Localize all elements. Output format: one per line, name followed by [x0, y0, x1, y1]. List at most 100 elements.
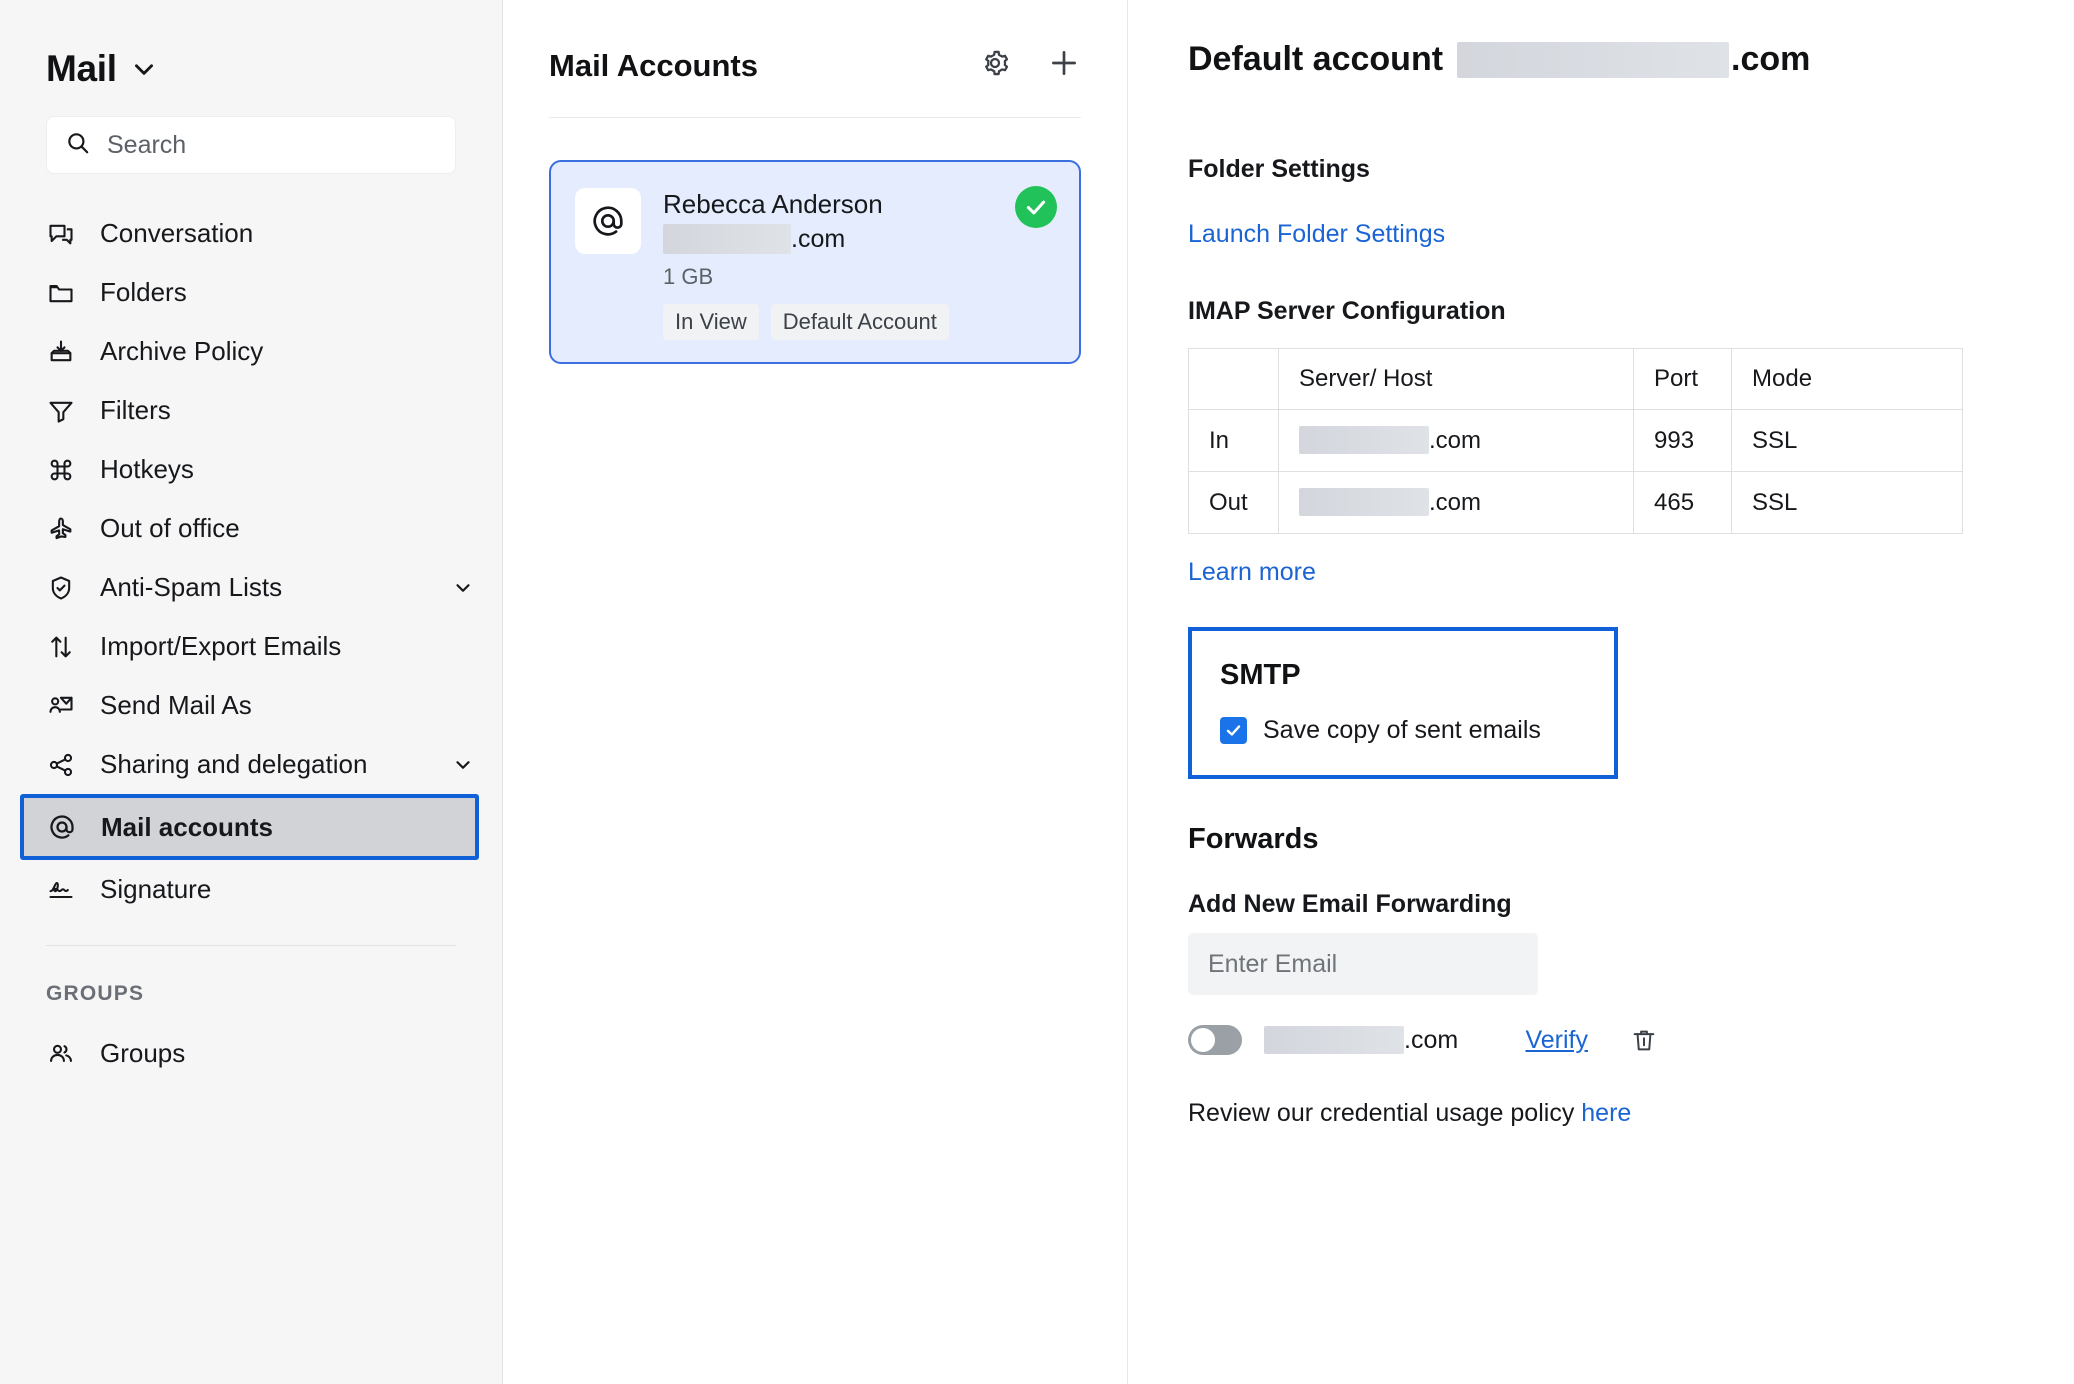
sidebar-item-hotkeys[interactable]: Hotkeys — [0, 440, 502, 499]
cell-direction: In — [1188, 409, 1279, 472]
sidebar-nav: Conversation Folders Archive Policy Filt… — [0, 204, 502, 1083]
chevron-down-icon[interactable] — [131, 56, 157, 82]
account-email-suffix: .com — [791, 224, 846, 253]
add-forwarding-label: Add New Email Forwarding — [1188, 890, 1512, 918]
column-header-blank — [1188, 348, 1279, 410]
sidebar-item-import-export-emails[interactable]: Import/Export Emails — [0, 617, 502, 676]
status-badge: Default Account — [770, 304, 949, 341]
chevron-down-icon[interactable] — [452, 754, 474, 776]
sidebar-item-sharing-and-delegation[interactable]: Sharing and delegation — [0, 735, 502, 794]
learn-more-link[interactable]: Learn more — [1188, 558, 1316, 586]
signature-icon — [46, 875, 76, 905]
checkbox-checked-icon[interactable] — [1220, 717, 1247, 744]
filter-icon — [46, 396, 76, 426]
shield-check-icon — [46, 573, 76, 603]
mail-account-info: Rebecca Anderson .com 1 GB In View Defau… — [663, 188, 949, 341]
table-row: Out .com 465 SSL — [1188, 471, 1963, 534]
table-row: In .com 993 SSL — [1188, 409, 1963, 472]
search-placeholder: Search — [107, 130, 187, 159]
sidebar-item-archive-policy[interactable]: Archive Policy — [0, 322, 502, 381]
sidebar-item-label: Hotkeys — [100, 454, 194, 484]
sidebar-item-label: Import/Export Emails — [100, 631, 342, 661]
verify-link[interactable]: Verify — [1525, 1026, 1588, 1055]
column-header-server-host: Server/ Host — [1278, 348, 1634, 410]
sidebar-item-signature[interactable]: Signature — [0, 860, 502, 919]
sidebar-item-label: Signature — [100, 874, 212, 904]
forward-email-value: .com — [1264, 1026, 1458, 1055]
account-detail-panel: Default account .com Folder Settings Lau… — [1128, 0, 2074, 1384]
save-copy-checkbox-row[interactable]: Save copy of sent emails — [1220, 716, 1588, 745]
credential-policy-text: Review our credential usage policy here — [1188, 1099, 2014, 1128]
cell-port: 465 — [1633, 471, 1732, 534]
redacted-domain — [1299, 426, 1429, 454]
cell-mode: SSL — [1731, 471, 1963, 534]
gear-icon[interactable] — [979, 47, 1011, 84]
search-input[interactable]: Search — [46, 116, 456, 174]
cell-direction: Out — [1188, 471, 1279, 534]
sidebar-item-folders[interactable]: Folders — [0, 263, 502, 322]
mail-account-card[interactable]: Rebecca Anderson .com 1 GB In View Defau… — [549, 160, 1081, 365]
forward-email-input[interactable]: Enter Email — [1188, 933, 1538, 995]
heading-suffix: .com — [1731, 40, 1811, 78]
cell-host: .com — [1278, 471, 1634, 534]
cell-host-suffix: .com — [1429, 489, 1482, 516]
search-icon — [65, 130, 91, 161]
mail-accounts-panel: Mail Accounts Rebecca Anderson .com 1 GB… — [503, 0, 1128, 1384]
sidebar: Mail Search Conversation Folders Archive… — [0, 0, 503, 1384]
sidebar-item-label: Groups — [100, 1038, 186, 1068]
header-actions — [979, 46, 1081, 85]
sidebar-item-conversation[interactable]: Conversation — [0, 204, 502, 263]
forward-row: .com Verify — [1188, 1025, 1658, 1055]
account-email: .com — [663, 224, 949, 255]
sidebar-item-label: Conversation — [100, 218, 254, 248]
forward-enable-toggle[interactable] — [1188, 1025, 1242, 1055]
search-container: Search — [0, 90, 502, 174]
forward-email-placeholder: Enter Email — [1208, 949, 1338, 978]
sidebar-item-groups[interactable]: Groups — [0, 1024, 502, 1083]
airplane-icon — [46, 514, 76, 544]
account-tags: In View Default Account — [663, 304, 949, 341]
table-header-row: Server/ Host Port Mode — [1188, 348, 1963, 410]
account-detail-heading: Default account .com — [1188, 40, 2014, 79]
forward-email-suffix: .com — [1404, 1025, 1459, 1054]
people-icon — [46, 1039, 76, 1069]
folder-icon — [46, 278, 76, 308]
archive-icon — [46, 337, 76, 367]
at-sign-icon — [575, 188, 641, 254]
launch-folder-settings-link[interactable]: Launch Folder Settings — [1188, 220, 1445, 248]
sidebar-item-label: Send Mail As — [100, 690, 252, 720]
redacted-domain — [663, 224, 791, 255]
page-title: Mail Accounts — [549, 47, 758, 83]
sidebar-item-filters[interactable]: Filters — [0, 381, 502, 440]
conversation-icon — [46, 219, 76, 249]
sidebar-item-anti-spam-lists[interactable]: Anti-Spam Lists — [0, 558, 502, 617]
smtp-section: SMTP Save copy of sent emails — [1188, 627, 1618, 779]
account-name: Rebecca Anderson — [663, 189, 883, 219]
toggle-knob — [1191, 1028, 1215, 1052]
column-header-mode: Mode — [1731, 348, 1963, 410]
save-copy-checkbox-label: Save copy of sent emails — [1263, 716, 1541, 744]
redacted-domain — [1299, 488, 1429, 516]
trash-icon[interactable] — [1630, 1025, 1658, 1055]
redacted-domain — [1264, 1026, 1404, 1054]
chevron-down-icon[interactable] — [452, 577, 474, 599]
brand-switcher[interactable]: Mail — [0, 0, 502, 90]
column-header-port: Port — [1633, 348, 1732, 410]
sidebar-item-label: Out of office — [100, 513, 240, 543]
imap-config-table: Server/ Host Port Mode In .com 993 SSL O… — [1188, 348, 1963, 534]
policy-here-link[interactable]: here — [1581, 1099, 1631, 1127]
sidebar-item-out-of-office[interactable]: Out of office — [0, 499, 502, 558]
sidebar-item-send-mail-as[interactable]: Send Mail As — [0, 676, 502, 735]
smtp-title: SMTP — [1220, 659, 1301, 691]
mail-accounts-header: Mail Accounts — [549, 0, 1081, 118]
sidebar-item-label: Archive Policy — [100, 336, 264, 366]
sidebar-groups-list: Groups — [0, 1024, 502, 1083]
folder-settings-title: Folder Settings — [1188, 155, 1370, 183]
check-circle-icon — [1015, 186, 1057, 228]
heading-prefix: Default account — [1188, 40, 1444, 78]
command-icon — [46, 455, 76, 485]
account-storage: 1 GB — [663, 264, 714, 290]
sidebar-item-mail-accounts[interactable]: Mail accounts — [20, 794, 479, 860]
redacted-domain — [1457, 41, 1730, 78]
plus-icon[interactable] — [1047, 46, 1081, 85]
